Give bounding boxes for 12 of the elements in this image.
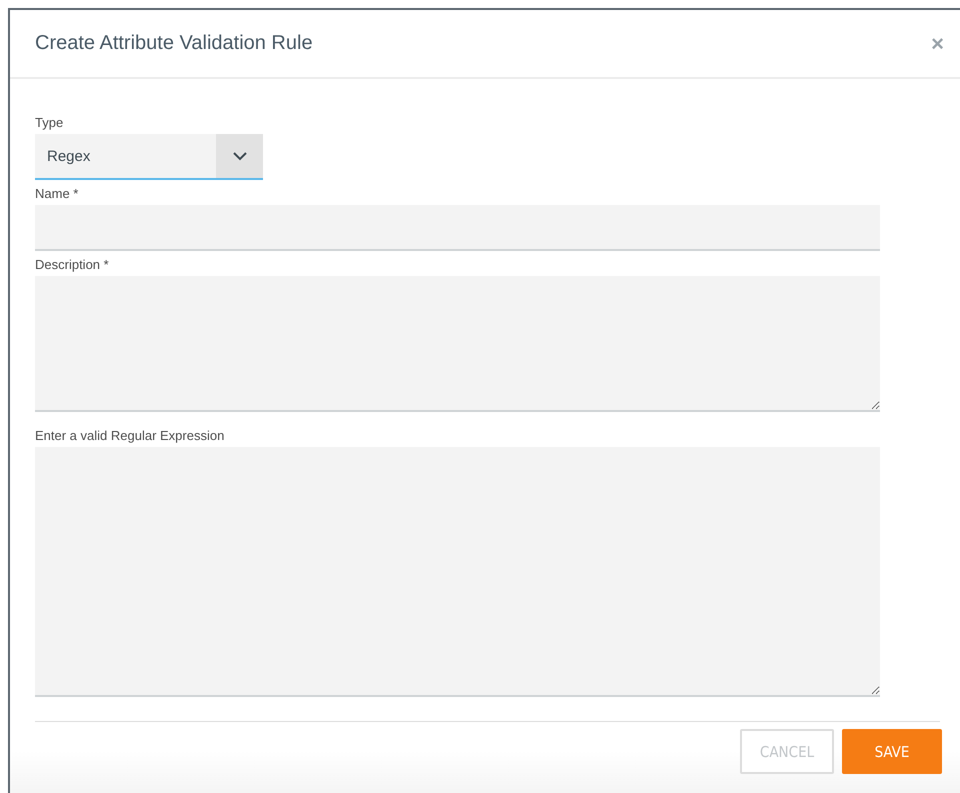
dialog-title: Create Attribute Validation Rule: [35, 32, 313, 55]
type-select[interactable]: Regex: [35, 134, 263, 180]
field-label: Enter a valid Regular Expression: [35, 428, 226, 443]
name-field[interactable]: [35, 205, 880, 251]
field-label: Type: [35, 115, 64, 130]
text-area[interactable]: [35, 447, 880, 697]
close-button[interactable]: ×: [931, 32, 944, 54]
field-label: Description *: [35, 257, 110, 272]
chevron-down-icon: [232, 152, 246, 160]
text-area[interactable]: [35, 276, 880, 412]
field-label: Name *: [35, 186, 80, 201]
save-button[interactable]: SAVE: [842, 729, 942, 774]
